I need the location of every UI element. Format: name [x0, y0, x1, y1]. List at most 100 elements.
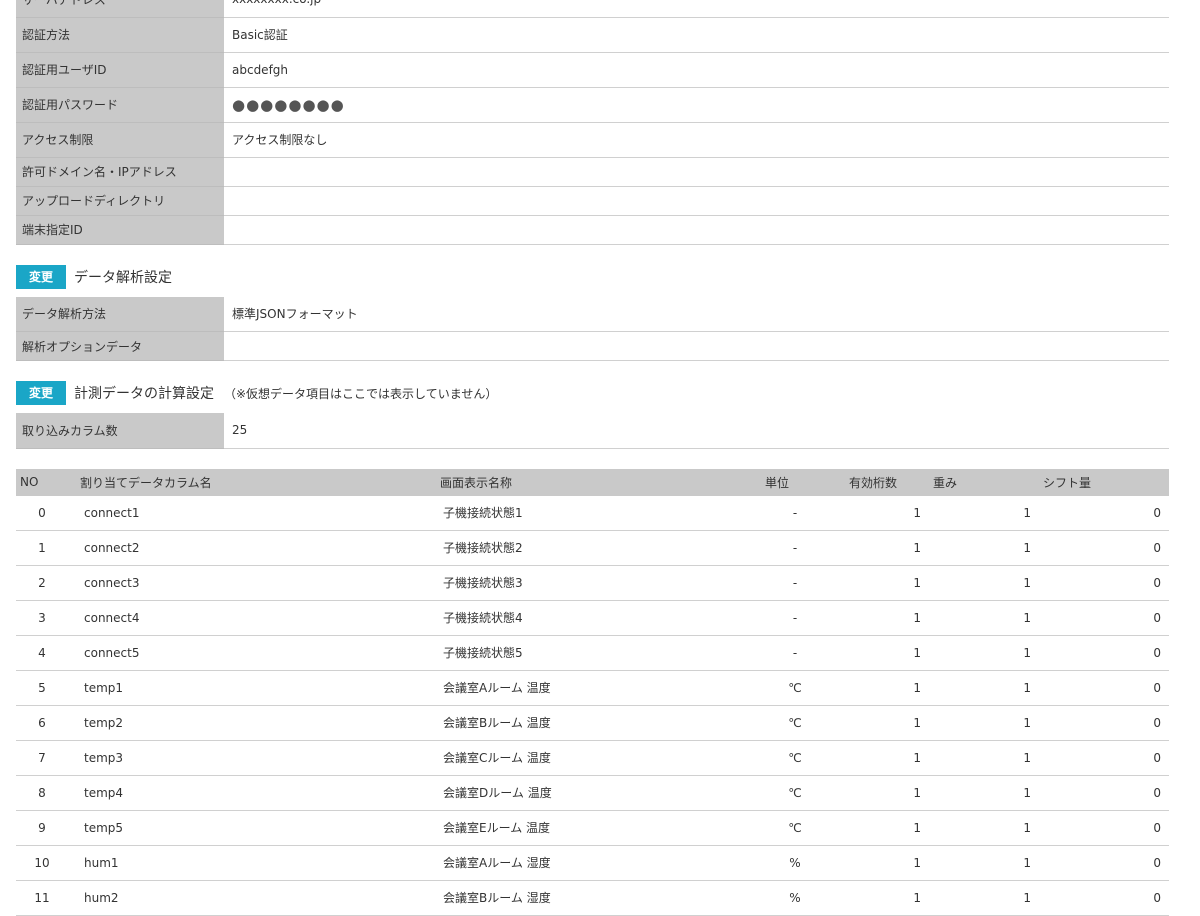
table-row: 9 temp5 会議室Eルーム 温度 ℃ 1 1 0	[16, 810, 1169, 846]
kv-label: アクセス制限	[16, 122, 224, 158]
cell-unit: -	[761, 495, 845, 531]
cell-unit: -	[761, 530, 845, 566]
cell-weight: 1	[929, 845, 1039, 881]
kv-row: データ解析方法 標準JSONフォーマット	[16, 296, 1169, 332]
kv-label: 解析オプションデータ	[16, 331, 224, 361]
cell-unit: -	[761, 635, 845, 671]
cell-unit: %	[761, 845, 845, 881]
cell-column-name: temp1	[68, 670, 436, 706]
kv-row: サーバアドレス xxxxxxxx.co.jp	[16, 0, 1169, 18]
cell-shift: 0	[1039, 565, 1169, 601]
kv-row: 端末指定ID	[16, 215, 1169, 245]
calc-settings-table: 取り込みカラム数 25	[16, 413, 1169, 449]
section-title: データ解析設定	[74, 269, 172, 286]
kv-label: 認証用パスワード	[16, 87, 224, 123]
cell-shift: 0	[1039, 740, 1169, 776]
cell-no: 2	[16, 565, 68, 601]
table-row: 1 connect2 子機接続状態2-1 1 0	[16, 530, 1169, 566]
section-title: 計測データの計算設定	[74, 386, 214, 402]
table-body: 0 connect1 子機接続状態1-1 1 0 1 connect2 子機接続状態2-1 1 0…	[16, 495, 1169, 916]
kv-value: abcdefgh	[224, 52, 1169, 88]
cell-column-name: temp3	[68, 740, 436, 776]
kv-value	[224, 157, 1169, 187]
cell-display-name: 会議室Bルーム 湿度	[436, 880, 761, 916]
cell-display-name: 子機接続状態2	[436, 530, 761, 566]
table-row: 11 hum2 会議室Bルーム 湿度% 1 1 0	[16, 880, 1169, 916]
cell-shift: 0	[1039, 495, 1169, 531]
cell-shift: 0	[1039, 670, 1169, 706]
password-masked-value: ●●●●●●●●	[224, 87, 1169, 123]
kv-row: 認証方法 Basic認証	[16, 17, 1169, 53]
cell-unit: ℃	[761, 740, 845, 776]
cell-unit: ℃	[761, 705, 845, 741]
cell-unit: -	[761, 565, 845, 601]
cell-display-name: 会議室Eルーム 温度	[436, 810, 761, 846]
cell-unit: -	[761, 600, 845, 636]
cell-no: 9	[16, 810, 68, 846]
cell-column-name: hum1	[68, 845, 436, 881]
analysis-change-button[interactable]: 変更	[16, 264, 66, 289]
kv-value	[224, 331, 1169, 361]
table-row: 4 connect5 子機接続状態5-1 1 0	[16, 635, 1169, 671]
cell-digits: 1	[845, 565, 929, 601]
cell-digits: 1	[845, 740, 929, 776]
kv-row: 認証用パスワード ●●●●●●●●	[16, 87, 1169, 123]
table-row: 5 temp1 会議室Aルーム 温度 ℃ 1 1 0	[16, 670, 1169, 706]
col-header-weight: 重み	[929, 468, 1039, 496]
cell-no: 8	[16, 775, 68, 811]
kv-row: 解析オプションデータ	[16, 331, 1169, 361]
cell-display-name: 子機接続状態3	[436, 565, 761, 601]
cell-no: 10	[16, 845, 68, 881]
cell-weight: 1	[929, 565, 1039, 601]
cell-weight: 1	[929, 740, 1039, 776]
cell-shift: 0	[1039, 810, 1169, 846]
cell-column-name: temp2	[68, 705, 436, 741]
column-assignment-table: NO 割り当てデータカラム名 画面表示名称 単位 有効桁数 重み シフト量 0 c…	[16, 468, 1169, 916]
cell-no: 1	[16, 530, 68, 566]
cell-digits: 1	[845, 670, 929, 706]
cell-weight: 1	[929, 705, 1039, 741]
cell-display-name: 子機接続状態1	[436, 495, 761, 531]
kv-label: 許可ドメイン名・IPアドレス	[16, 157, 224, 187]
cell-column-name: connect3	[68, 565, 436, 601]
cell-unit: ℃	[761, 775, 845, 811]
kv-value	[224, 215, 1169, 245]
kv-value: 25	[224, 413, 1169, 449]
cell-column-name: temp5	[68, 810, 436, 846]
col-header-shift: シフト量	[1039, 468, 1169, 496]
cell-shift: 0	[1039, 600, 1169, 636]
cell-column-name: connect5	[68, 635, 436, 671]
cell-digits: 1	[845, 880, 929, 916]
kv-label: データ解析方法	[16, 296, 224, 332]
kv-row: 認証用ユーザID abcdefgh	[16, 52, 1169, 88]
kv-row: 許可ドメイン名・IPアドレス	[16, 157, 1169, 187]
kv-value: xxxxxxxx.co.jp	[224, 0, 1169, 18]
table-header-row: NO 割り当てデータカラム名 画面表示名称 単位 有効桁数 重み シフト量	[16, 468, 1169, 496]
kv-label: 端末指定ID	[16, 215, 224, 245]
cell-weight: 1	[929, 530, 1039, 566]
cell-shift: 0	[1039, 530, 1169, 566]
kv-row: アップロードディレクトリ	[16, 186, 1169, 216]
cell-weight: 1	[929, 670, 1039, 706]
kv-label: サーバアドレス	[16, 0, 224, 18]
cell-digits: 1	[845, 495, 929, 531]
cell-no: 7	[16, 740, 68, 776]
cell-no: 6	[16, 705, 68, 741]
cell-shift: 0	[1039, 705, 1169, 741]
cell-digits: 1	[845, 600, 929, 636]
cell-display-name: 会議室Bルーム 温度	[436, 705, 761, 741]
col-header-column-name: 割り当てデータカラム名	[68, 468, 436, 496]
cell-digits: 1	[845, 845, 929, 881]
cell-column-name: temp4	[68, 775, 436, 811]
table-row: 7 temp3 会議室Cルーム 温度 ℃ 1 1 0	[16, 740, 1169, 776]
kv-value	[224, 186, 1169, 216]
kv-value: Basic認証	[224, 17, 1169, 53]
cell-weight: 1	[929, 600, 1039, 636]
cell-column-name: hum2	[68, 880, 436, 916]
calc-section-header: 変更 計測データの計算設定 （※仮想データ項目はここでは表示していません）	[16, 381, 1169, 405]
cell-shift: 0	[1039, 845, 1169, 881]
calc-change-button[interactable]: 変更	[16, 381, 66, 405]
kv-label: 認証方法	[16, 17, 224, 53]
cell-digits: 1	[845, 635, 929, 671]
table-row: 0 connect1 子機接続状態1-1 1 0	[16, 495, 1169, 531]
